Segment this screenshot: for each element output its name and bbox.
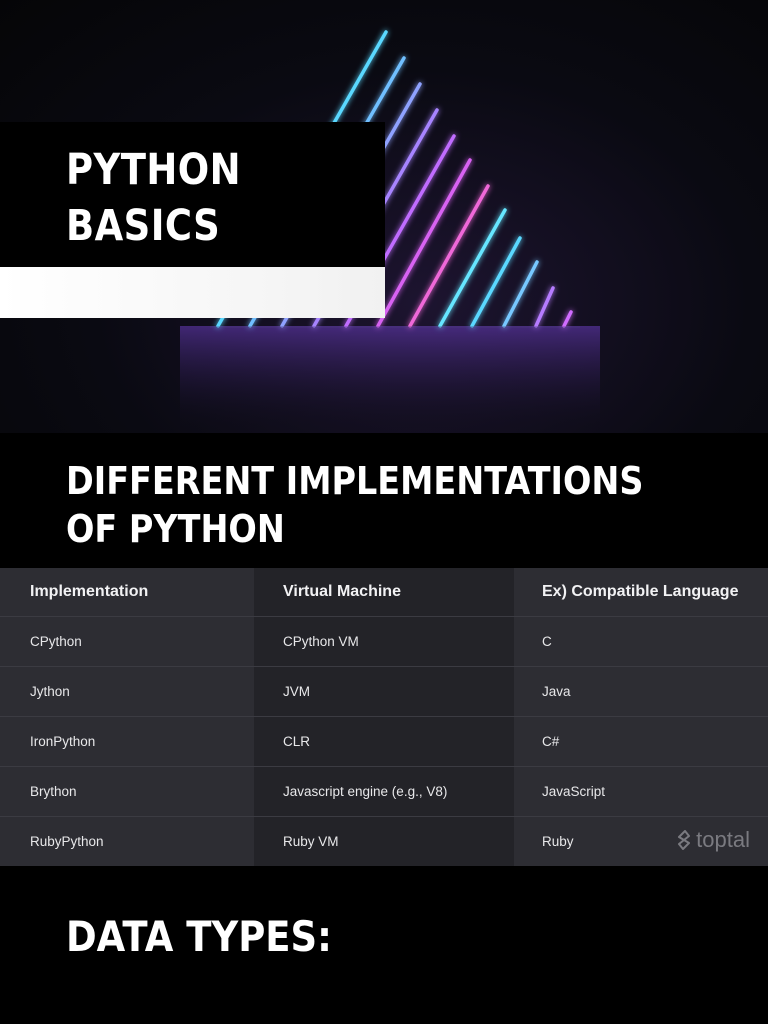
table-row: IronPython CLR C# bbox=[0, 716, 768, 767]
toptal-watermark: toptal bbox=[676, 827, 750, 853]
page-title: PYTHON BASICS bbox=[66, 142, 241, 254]
table-row: Brython Javascript engine (e.g., V8) Jav… bbox=[0, 766, 768, 817]
implementations-table: Implementation Virtual Machine Ex) Compa… bbox=[0, 568, 768, 866]
header-implementation: Implementation bbox=[0, 568, 254, 617]
cell-implementation: RubyPython bbox=[0, 816, 254, 866]
implementations-heading: DIFFERENT IMPLEMENTATIONS OF PYTHON bbox=[66, 457, 644, 553]
page-bottom-edge bbox=[0, 1008, 768, 1024]
title-line-2: BASICS bbox=[66, 201, 221, 251]
cell-compatible-language: Java bbox=[514, 666, 768, 717]
watermark-text: toptal bbox=[696, 827, 750, 852]
cell-virtual-machine: CPython VM bbox=[254, 616, 514, 667]
cell-virtual-machine: Javascript engine (e.g., V8) bbox=[254, 766, 514, 817]
cell-compatible-language: C# bbox=[514, 716, 768, 767]
data-types-heading: DATA TYPES: bbox=[66, 913, 332, 961]
cell-virtual-machine: JVM bbox=[254, 666, 514, 717]
implementations-heading-line-2: OF PYTHON bbox=[66, 507, 285, 551]
cell-implementation: CPython bbox=[0, 616, 254, 667]
table-row: RubyPython Ruby VM Ruby bbox=[0, 816, 768, 866]
cell-implementation: Jython bbox=[0, 666, 254, 717]
title-box: PYTHON BASICS bbox=[0, 122, 385, 267]
cell-virtual-machine: CLR bbox=[254, 716, 514, 767]
hero-banner: PYTHON BASICS bbox=[0, 0, 768, 433]
title-line-1: PYTHON bbox=[66, 145, 242, 195]
implementations-heading-line-1: DIFFERENT IMPLEMENTATIONS bbox=[66, 459, 644, 503]
table-row: CPython CPython VM C bbox=[0, 616, 768, 667]
table-header-row: Implementation Virtual Machine Ex) Compa… bbox=[0, 568, 768, 617]
cell-implementation: IronPython bbox=[0, 716, 254, 767]
header-virtual-machine: Virtual Machine bbox=[254, 568, 514, 617]
white-accent-bar bbox=[0, 267, 385, 318]
toptal-logo-icon bbox=[678, 830, 691, 850]
cell-compatible-language: C bbox=[514, 616, 768, 667]
data-types-heading-text: DATA TYPES: bbox=[66, 912, 332, 961]
cell-virtual-machine: Ruby VM bbox=[254, 816, 514, 866]
cell-implementation: Brython bbox=[0, 766, 254, 817]
header-compatible-language: Ex) Compatible Language bbox=[514, 568, 768, 617]
cell-compatible-language: JavaScript bbox=[514, 766, 768, 817]
table-row: Jython JVM Java bbox=[0, 666, 768, 717]
